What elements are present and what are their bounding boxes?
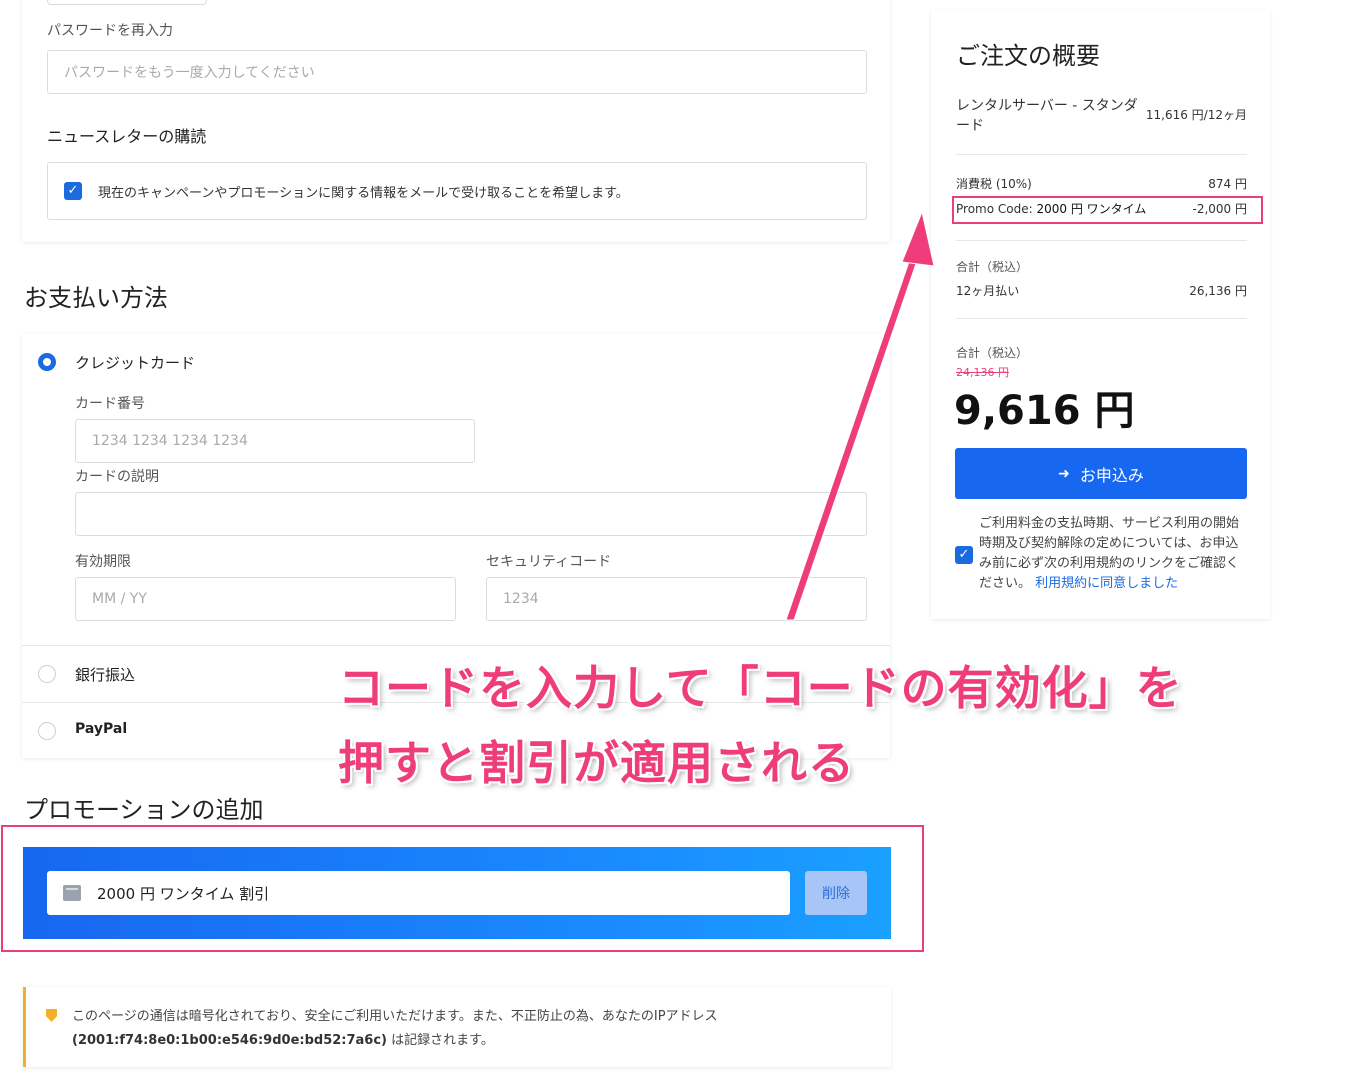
terms-text: ご利用料金の支払時期、サービス利用の開始時期及び契約解除の定めについては、お申込… (979, 514, 1249, 594)
card-desc-input[interactable] (75, 492, 867, 536)
product-row: レンタルサーバー - スタンダ ード 11,616 円/12ヶ月 (956, 96, 1247, 136)
promo-title: プロモーションの追加 (24, 796, 264, 824)
divider (956, 318, 1247, 319)
total-amount: 9,616 円 (954, 388, 1135, 434)
notice-text-before: このページの通信は暗号化されており、安全にご利用いただけます。また、不正防止の為… (72, 1009, 718, 1024)
security-notice-text: このページの通信は暗号化されており、安全にご利用いただけます。また、不正防止の為… (72, 1005, 872, 1053)
expiry-label: 有効期限 (75, 554, 131, 570)
wallet-icon (63, 885, 81, 901)
radio-bank-transfer[interactable] (38, 665, 56, 683)
password-confirm-label: パスワードを再入力 (47, 23, 173, 39)
newsletter-box: ✓ 現在のキャンペーンやプロモーションに関する情報をメールで受け取ることを希望し… (47, 162, 867, 220)
radio-credit-card[interactable] (38, 353, 56, 371)
option-bank-transfer-label: 銀行振込 (75, 666, 136, 684)
recurring-row: 12ヶ月払い 26,136 円 (956, 282, 1247, 298)
apply-button[interactable]: ➜ お申込み (955, 448, 1247, 499)
option-paypal-label: PayPal (75, 721, 128, 737)
promo-row-highlight (952, 196, 1263, 224)
account-card: パスワードを再入力 パスワードをもう一度入力してください ニュースレターの購読 … (22, 0, 890, 242)
expiry-input[interactable]: MM / YY (75, 577, 456, 621)
product-name: レンタルサーバー - スタンダ ード (956, 96, 1141, 136)
radio-paypal[interactable] (38, 722, 56, 740)
divider (956, 154, 1247, 155)
product-name-line1: レンタルサーバー - スタンダ (956, 98, 1138, 114)
delete-promo-button[interactable]: 削除 (805, 871, 867, 915)
tax-row: 消費税 (10%) 874 円 (956, 175, 1247, 191)
newsletter-title: ニュースレターの購読 (47, 127, 207, 146)
total-label: 合計（税込） (956, 346, 1029, 360)
card-desc-label: カードの説明 (75, 469, 159, 485)
payment-title: お支払い方法 (24, 284, 168, 312)
recurring-label: 合計（税込） (956, 260, 1029, 274)
promo-code-field[interactable]: 2000 円 ワンタイム 割引 (47, 871, 790, 915)
password-confirm-input[interactable]: パスワードをもう一度入力してください (47, 50, 867, 94)
terms-link[interactable]: 利用規約に同意しました (1035, 576, 1178, 591)
summary-title: ご注文の概要 (956, 42, 1100, 70)
annotation-line1: コードを入力して「コードの有効化」を (338, 661, 1183, 715)
order-summary-card: ご注文の概要 レンタルサーバー - スタンダ ード 11,616 円/12ヶ月 消… (931, 10, 1270, 619)
recurring-value: 26,136 円 (1189, 284, 1247, 298)
promo-band: 2000 円 ワンタイム 割引 削除 (23, 847, 891, 939)
terms-checkbox[interactable]: ✓ (955, 546, 973, 564)
card-number-label: カード番号 (75, 396, 145, 412)
security-notice: このページの通信は暗号化されており、安全にご利用いただけます。また、不正防止の為… (23, 987, 891, 1067)
recurring-period: 12ヶ月払い (956, 284, 1020, 298)
total-label-row: 合計（税込） (956, 344, 1247, 360)
previous-input[interactable] (47, 0, 207, 5)
divider (956, 240, 1247, 241)
product-name-line2: ード (956, 118, 984, 134)
apply-button-label: お申込み (1079, 465, 1144, 485)
tax-value: 874 円 (1208, 177, 1247, 191)
annotation-line2: 押すと割引が適用される (338, 736, 855, 790)
card-number-input[interactable]: 1234 1234 1234 1234 (75, 419, 475, 463)
ip-address: (2001:f74:8e0:1b00:e546:9d0e:bd52:7a6c) (72, 1033, 387, 1048)
tax-label: 消費税 (10%) (956, 177, 1032, 191)
option-credit-card-label: クレジットカード (75, 354, 196, 372)
shield-icon (46, 1009, 57, 1022)
divider (22, 645, 890, 646)
newsletter-text: 現在のキャンペーンやプロモーションに関する情報をメールで受け取ることを希望します… (98, 185, 629, 201)
product-price: 11,616 円/12ヶ月 (1145, 108, 1247, 122)
promo-code-value: 2000 円 ワンタイム 割引 (97, 884, 270, 903)
notice-text-after: は記録されます。 (387, 1033, 494, 1048)
share-arrow-icon: ➜ (1058, 465, 1070, 482)
cvc-input[interactable]: 1234 (486, 577, 867, 621)
recurring-label-row: 合計（税込） (956, 258, 1247, 274)
cvc-label: セキュリティコード (486, 554, 612, 570)
newsletter-checkbox[interactable]: ✓ (64, 182, 82, 200)
